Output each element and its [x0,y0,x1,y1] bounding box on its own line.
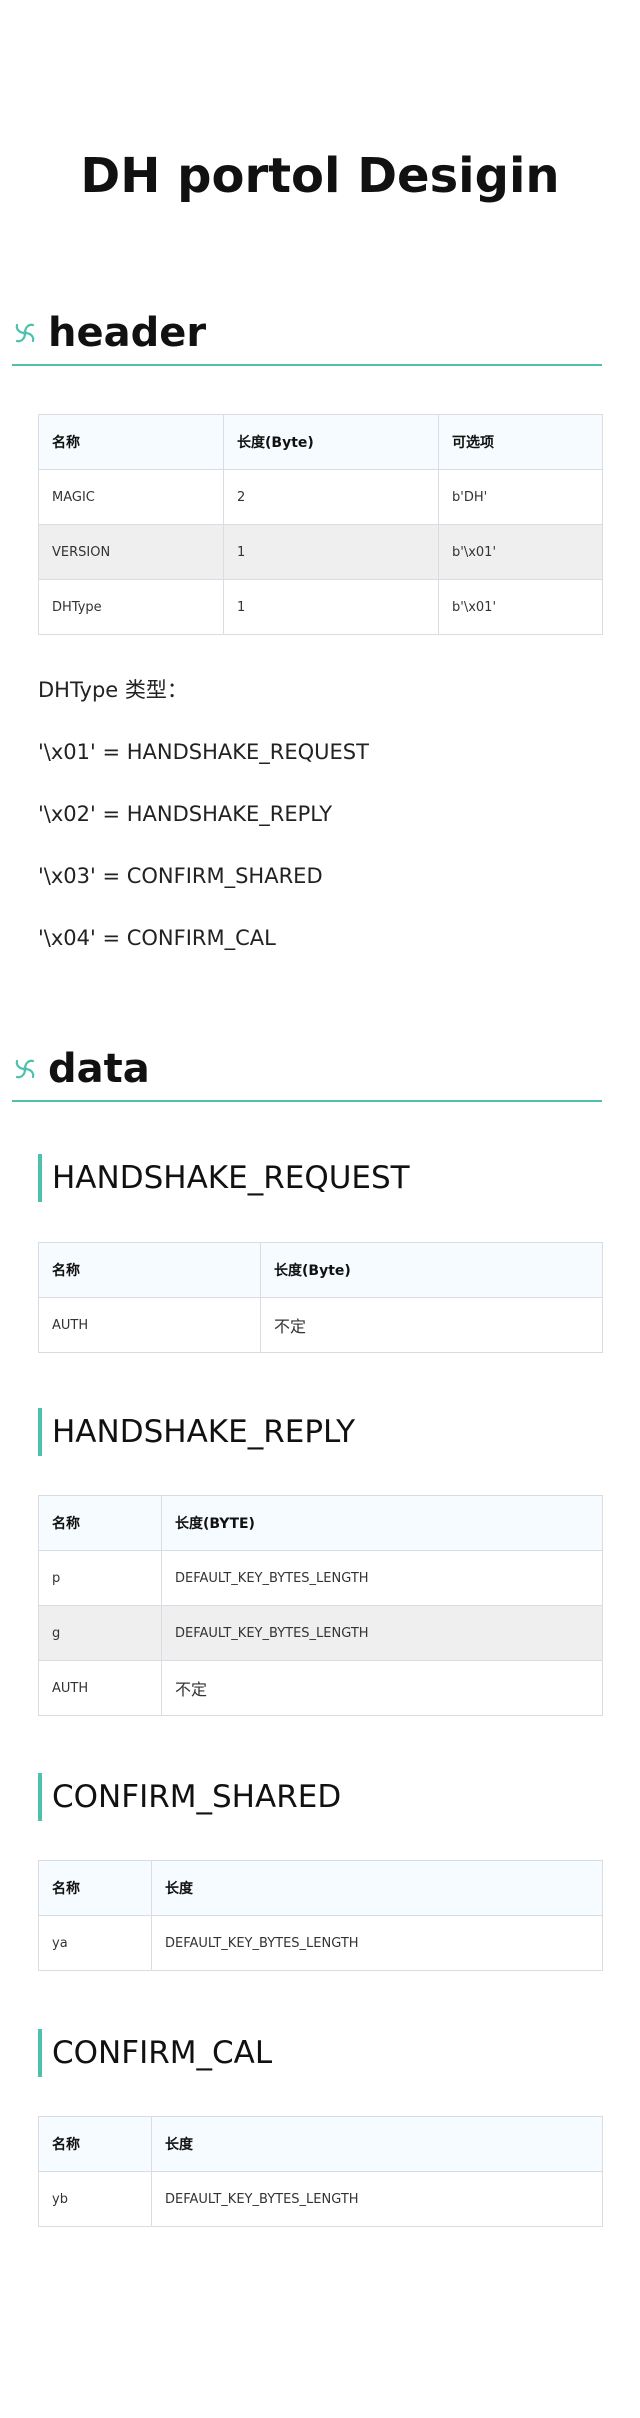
column-header: 长度(BYTE) [161,1495,603,1551]
table-cell: AUTH [38,1297,261,1353]
table-cell: DEFAULT_KEY_BYTES_LENGTH [151,1915,603,1971]
table-cell: b'\x01' [438,579,603,635]
table-header-row: 名称 长度(Byte) 可选项 [38,414,603,470]
table-header-row: 名称 长度(Byte) [38,1242,603,1298]
table-row: AUTH 不定 [38,1660,603,1716]
table-cell: 不定 [260,1297,603,1353]
table-header-row: 名称 长度 [38,1860,603,1916]
table-cell: VERSION [38,524,224,580]
table-row: DHType 1 b'\x01' [38,579,603,635]
section-heading-text: header [48,310,207,356]
pinwheel-icon [15,1059,35,1079]
column-header: 名称 [38,414,224,470]
handshake-request-table: 名称 长度(Byte) AUTH 不定 [38,1242,603,1353]
subsection-heading-confirm-shared: CONFIRM_SHARED [38,1773,598,1821]
table-cell: DEFAULT_KEY_BYTES_LENGTH [161,1550,603,1606]
column-header: 名称 [38,1860,152,1916]
section-heading-header: header [12,308,602,366]
column-header: 可选项 [438,414,603,470]
table-cell: DEFAULT_KEY_BYTES_LENGTH [151,2171,603,2227]
heading-accent-bar [38,2029,42,2077]
paragraph: '\x04' = CONFIRM_CAL [38,926,276,950]
table-cell: 1 [223,524,439,580]
table-header-row: 名称 长度 [38,2116,603,2172]
column-header: 长度 [151,1860,603,1916]
table-cell: yb [38,2171,152,2227]
table-cell: AUTH [38,1660,162,1716]
confirm-shared-table: 名称 长度 ya DEFAULT_KEY_BYTES_LENGTH [38,1860,603,1971]
subsection-heading-handshake-request: HANDSHAKE_REQUEST [38,1154,598,1202]
table-cell: DHType [38,579,224,635]
table-cell: ya [38,1915,152,1971]
column-header: 长度(Byte) [260,1242,603,1298]
paragraph: DHType 类型： [38,678,188,702]
subsection-heading-text: CONFIRM_CAL [52,2035,273,2071]
table-cell: b'DH' [438,469,603,525]
subsection-heading-text: CONFIRM_SHARED [52,1779,342,1815]
table-row: VERSION 1 b'\x01' [38,524,603,580]
table-cell: DEFAULT_KEY_BYTES_LENGTH [161,1605,603,1661]
section-heading-data: data [12,1044,602,1102]
column-header: 名称 [38,1242,261,1298]
header-fields-table: 名称 长度(Byte) 可选项 MAGIC 2 b'DH' VERSION 1 … [38,414,603,635]
handshake-reply-table: 名称 长度(BYTE) p DEFAULT_KEY_BYTES_LENGTH g… [38,1495,603,1716]
table-row: yb DEFAULT_KEY_BYTES_LENGTH [38,2171,603,2227]
table-cell: 1 [223,579,439,635]
paragraph: '\x03' = CONFIRM_SHARED [38,864,323,888]
table-cell: b'\x01' [438,524,603,580]
table-row: MAGIC 2 b'DH' [38,469,603,525]
table-cell: MAGIC [38,469,224,525]
subsection-heading-confirm-cal: CONFIRM_CAL [38,2029,598,2077]
subsection-heading-handshake-reply: HANDSHAKE_REPLY [38,1408,598,1456]
confirm-cal-table: 名称 长度 yb DEFAULT_KEY_BYTES_LENGTH [38,2116,603,2227]
column-header: 名称 [38,2116,152,2172]
table-cell: p [38,1550,162,1606]
table-cell: g [38,1605,162,1661]
column-header: 名称 [38,1495,162,1551]
table-cell: 不定 [161,1660,603,1716]
section-heading-text: data [48,1046,150,1092]
table-cell: 2 [223,469,439,525]
pinwheel-icon [15,323,35,343]
table-header-row: 名称 长度(BYTE) [38,1495,603,1551]
document-page: DH portol Desigin header 名称 长度(Byte) 可选项… [0,0,640,2418]
table-row: AUTH 不定 [38,1297,603,1353]
column-header: 长度 [151,2116,603,2172]
heading-accent-bar [38,1154,42,1202]
paragraph: '\x02' = HANDSHAKE_REPLY [38,802,333,826]
subsection-heading-text: HANDSHAKE_REQUEST [52,1160,410,1196]
document-title: DH portol Desigin [80,148,560,204]
table-row: ya DEFAULT_KEY_BYTES_LENGTH [38,1915,603,1971]
heading-accent-bar [38,1408,42,1456]
table-row: g DEFAULT_KEY_BYTES_LENGTH [38,1605,603,1661]
subsection-heading-text: HANDSHAKE_REPLY [52,1414,356,1450]
column-header: 长度(Byte) [223,414,439,470]
paragraph: '\x01' = HANDSHAKE_REQUEST [38,740,369,764]
heading-accent-bar [38,1773,42,1821]
table-row: p DEFAULT_KEY_BYTES_LENGTH [38,1550,603,1606]
